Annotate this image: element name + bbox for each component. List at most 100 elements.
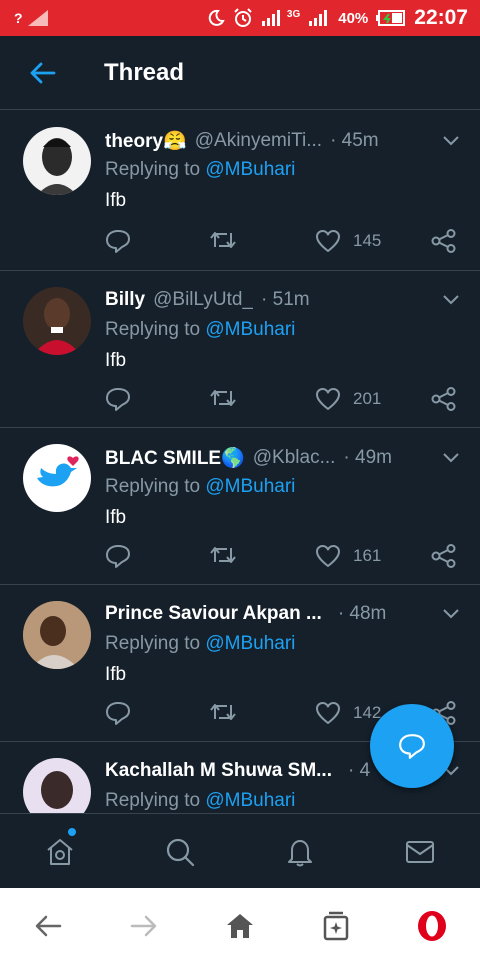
tweet-text: Ifb [105, 507, 127, 528]
tweet-item[interactable]: theory😤 @AkinyemiTi... · 45m Replying to… [0, 111, 480, 271]
arrow-left-icon [30, 62, 56, 83]
avatar[interactable] [23, 287, 91, 355]
replying-to: Replying to @MBuhari [105, 159, 295, 181]
share-icon [431, 387, 456, 411]
replying-to-label: Replying to [105, 319, 201, 340]
browser-nav-bar [0, 888, 480, 960]
browser-back-button[interactable] [28, 906, 68, 946]
share-button[interactable] [431, 229, 457, 253]
chevron-down-icon[interactable] [442, 294, 460, 306]
tab-notifications[interactable] [280, 832, 320, 872]
replying-to: Replying to @MBuhari [105, 633, 295, 655]
tweet-actions: 145 [105, 229, 465, 257]
handle[interactable]: @AkinyemiTi... [195, 130, 322, 152]
tweet-text: Ifb [105, 350, 127, 371]
opera-icon [418, 911, 446, 941]
mention-link[interactable]: @MBuhari [205, 476, 295, 497]
signal-bars-icon [261, 10, 280, 26]
replying-to: Replying to @MBuhari [105, 790, 295, 812]
chevron-down-icon[interactable] [442, 135, 460, 147]
chevron-down-icon[interactable] [442, 452, 460, 464]
heart-icon [316, 702, 340, 724]
like-button[interactable]: 145 [315, 229, 381, 253]
compose-reply-button[interactable] [370, 704, 454, 788]
replying-to-label: Replying to [105, 633, 201, 654]
timestamp: · 4 [348, 760, 371, 781]
battery-percent: 40% [338, 9, 369, 27]
tab-search[interactable] [160, 832, 200, 872]
avatar[interactable] [23, 127, 91, 195]
sim-status: ? [14, 9, 49, 27]
heart-icon [316, 545, 340, 567]
tab-home[interactable] [40, 828, 80, 872]
display-name[interactable]: Billy [105, 289, 145, 311]
reply-button[interactable] [105, 701, 131, 725]
mention-link[interactable]: @MBuhari [205, 319, 295, 340]
tweet-item[interactable]: Billy @BilLyUtd_ · 51m Replying to @MBuh… [0, 271, 480, 428]
share-button[interactable] [431, 544, 457, 568]
tweet-header: BLAC SMILE🌎 @Kblac... · 49m [105, 446, 460, 470]
tweet-header: theory😤 @AkinyemiTi... · 45m [105, 129, 460, 153]
display-name[interactable]: Kachallah M Shuwa SM... [105, 760, 332, 782]
replying-to-label: Replying to [105, 790, 201, 811]
notification-dot [68, 828, 76, 836]
retweet-button[interactable] [209, 544, 237, 566]
timestamp: · 51m [261, 289, 310, 310]
timestamp: · 45m [330, 130, 379, 151]
comment-icon [106, 702, 130, 725]
clock: 22:07 [414, 6, 468, 29]
network-type-label: 3G [286, 8, 301, 20]
tab-messages[interactable] [400, 832, 440, 872]
replying-to: Replying to @MBuhari [105, 319, 295, 341]
share-icon [431, 229, 456, 253]
browser-forward-button[interactable] [124, 906, 164, 946]
handle[interactable]: @Kblac... [253, 447, 336, 469]
like-button[interactable]: 161 [315, 544, 381, 568]
mention-link[interactable]: @MBuhari [205, 159, 295, 180]
browser-tabs-button[interactable] [316, 906, 356, 946]
share-icon [431, 544, 456, 568]
forward-arrow-icon [130, 915, 157, 937]
tweet-text: Ifb [105, 190, 127, 211]
browser-home-button[interactable] [220, 906, 260, 946]
display-name[interactable]: BLAC SMILE🌎 [105, 446, 245, 470]
timestamp: · 48m [337, 603, 387, 624]
like-button[interactable]: 142 [315, 701, 381, 725]
tweet-actions: 201 [105, 387, 465, 415]
display-name[interactable]: theory😤 [105, 129, 187, 153]
back-arrow-icon [35, 915, 62, 937]
handle[interactable]: @BilLyUtd_ [153, 289, 253, 311]
like-count: 161 [353, 546, 382, 565]
display-name[interactable]: Prince Saviour Akpan ... [105, 603, 322, 625]
sim-unknown-label: ? [14, 10, 23, 26]
reply-button[interactable] [105, 387, 131, 411]
share-button[interactable] [431, 387, 457, 411]
tweet-item[interactable]: BLAC SMILE🌎 @Kblac... · 49m Replying to … [0, 428, 480, 585]
avatar[interactable] [23, 758, 91, 813]
bottom-tab-bar [0, 813, 480, 888]
avatar[interactable] [23, 444, 91, 512]
retweet-button[interactable] [209, 387, 237, 409]
signal-bars-icon-2 [309, 10, 328, 26]
reply-button[interactable] [105, 229, 131, 253]
search-icon [166, 838, 195, 867]
comment-icon [106, 230, 130, 253]
retweet-button[interactable] [209, 701, 237, 723]
tabs-icon [323, 911, 349, 941]
moon-icon [208, 9, 225, 26]
comment-icon [106, 388, 130, 411]
mail-icon [406, 841, 434, 863]
page-title: Thread [104, 58, 185, 86]
like-count: 142 [353, 703, 382, 722]
comment-icon [106, 545, 130, 568]
reply-button[interactable] [105, 544, 131, 568]
mention-link[interactable]: @MBuhari [205, 633, 295, 654]
chevron-down-icon[interactable] [442, 608, 460, 620]
avatar[interactable] [23, 601, 91, 669]
mention-link[interactable]: @MBuhari [205, 790, 295, 811]
retweet-button[interactable] [209, 229, 237, 251]
heart-icon [316, 388, 340, 410]
back-button[interactable] [0, 36, 86, 110]
opera-menu-button[interactable] [412, 906, 452, 946]
like-button[interactable]: 201 [315, 387, 381, 411]
